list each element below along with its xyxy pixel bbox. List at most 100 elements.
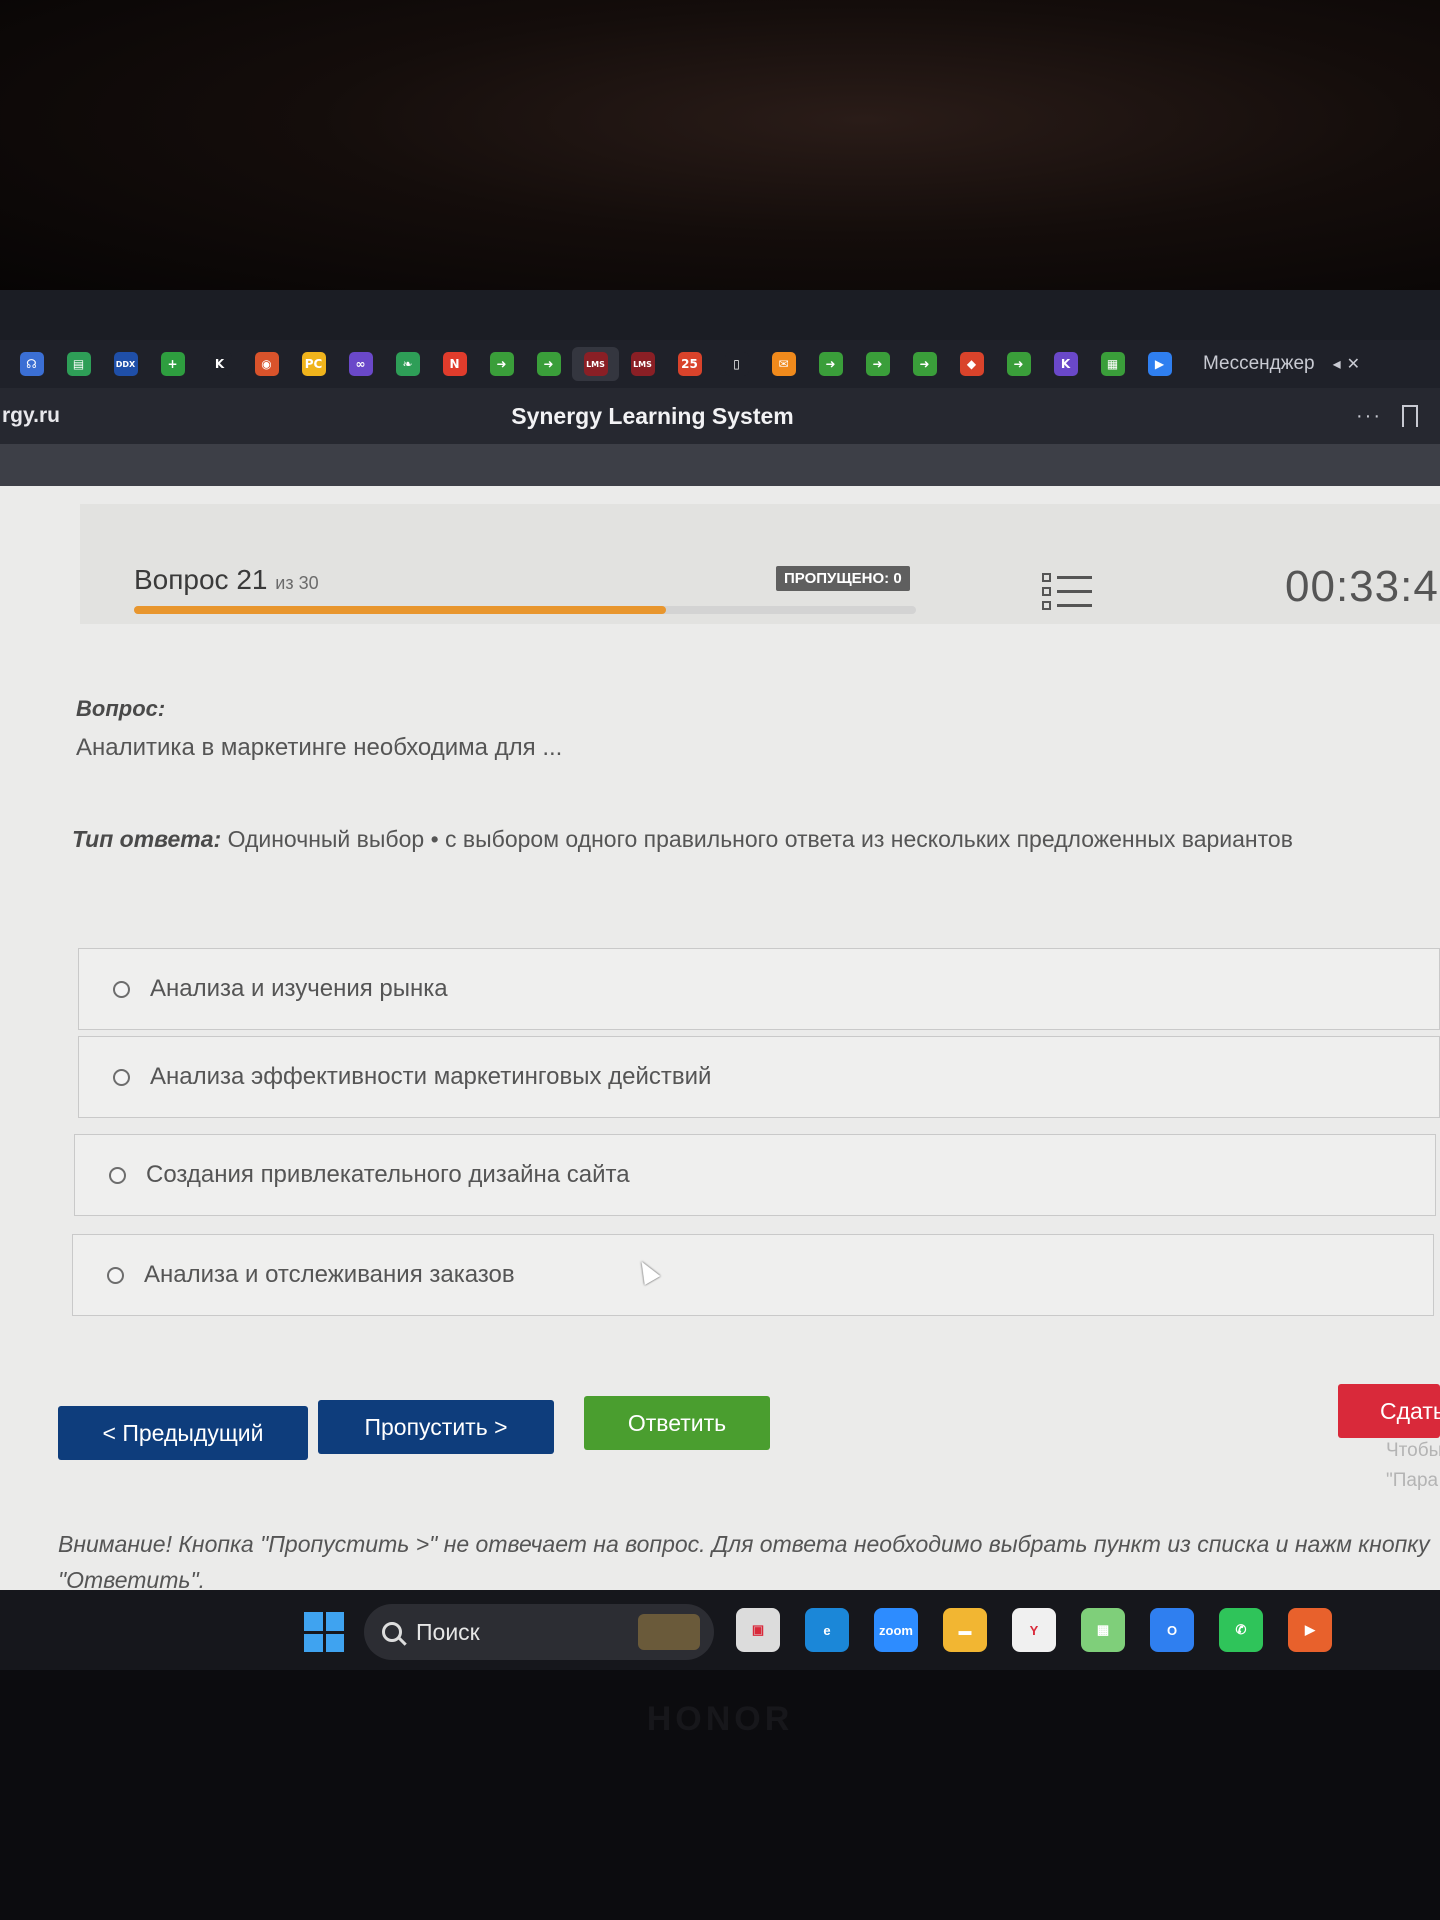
skip-button[interactable]: Пропустить > bbox=[318, 1400, 554, 1454]
progress-bar bbox=[134, 606, 916, 614]
browser-tab[interactable]: K bbox=[1042, 347, 1089, 381]
question-header: Вопрос 21 из 30 ПРОПУЩЕНО: 0 00:33:47 bbox=[80, 504, 1440, 624]
radio-button[interactable] bbox=[109, 1166, 126, 1184]
pc-icon: РС bbox=[301, 352, 326, 376]
background-scene bbox=[0, 0, 1440, 300]
browser-tab[interactable]: ◆ bbox=[948, 347, 995, 381]
search-highlight-image bbox=[638, 1614, 700, 1650]
browser-tab[interactable]: ▶ bbox=[1136, 347, 1183, 381]
browser-tab[interactable]: N bbox=[431, 347, 478, 381]
n-icon: N bbox=[442, 352, 467, 376]
arrow-icon: ➜ bbox=[912, 352, 937, 376]
browser-tab[interactable]: РС bbox=[290, 347, 337, 381]
browser-tab[interactable]: ∞ bbox=[337, 347, 384, 381]
question-counter: Вопрос 21 из 30 bbox=[134, 564, 319, 596]
browser-tab[interactable]: + bbox=[149, 347, 196, 381]
zoom-icon[interactable]: zoom bbox=[874, 1608, 918, 1652]
outlook-icon[interactable]: O bbox=[1150, 1608, 1194, 1652]
plus-icon: + bbox=[160, 352, 185, 376]
browser-tab[interactable]: 25 bbox=[666, 347, 713, 381]
previous-button[interactable]: < Предыдущий bbox=[58, 1406, 308, 1460]
lms-icon: LMS bbox=[630, 352, 655, 376]
browser-toolbar-strip bbox=[0, 444, 1440, 486]
answer-type-label: Тип ответа: bbox=[72, 826, 222, 852]
k-circle-icon: K bbox=[1053, 352, 1078, 376]
browser-tab[interactable]: ▯ bbox=[713, 347, 760, 381]
browser-tab-bar: ☊ ▤ DDX + K ◉ РС ∞ ❧ N ➜ ➜ LMS LMS 25 ▯ ✉ ➜ ➜ ➜ ◆ ➜ K ▦ ▶ Мессенд… bbox=[0, 340, 1440, 388]
bookmark-icon[interactable] bbox=[1402, 405, 1418, 427]
option-label: Анализа и отслеживания заказов bbox=[144, 1261, 515, 1288]
answer-option[interactable]: Анализа и изучения рынка bbox=[78, 948, 1440, 1030]
radio-button[interactable] bbox=[113, 980, 130, 998]
radio-button[interactable] bbox=[113, 1068, 130, 1086]
more-options-icon[interactable]: ··· bbox=[1356, 405, 1382, 428]
browser-tab[interactable]: LMS bbox=[572, 347, 619, 381]
browser-tab[interactable]: ➜ bbox=[478, 347, 525, 381]
page-title: Synergy Learning System bbox=[511, 402, 794, 429]
search-placeholder: Поиск bbox=[416, 1618, 480, 1645]
browser-tab[interactable]: ➜ bbox=[901, 347, 948, 381]
taskbar-search[interactable]: Поиск bbox=[364, 1604, 714, 1660]
browser-tab[interactable]: ➜ bbox=[525, 347, 572, 381]
windows-taskbar: Поиск ▣ e zoom ▬ Y ▦ O ✆ ▶ bbox=[0, 1590, 1440, 1670]
answer-option[interactable]: Анализа эффективности маркетинговых дейс… bbox=[78, 1036, 1440, 1118]
submit-button[interactable]: Сдать bbox=[1338, 1384, 1440, 1438]
countdown-timer: 00:33:47 bbox=[1285, 562, 1440, 611]
browser-tab[interactable]: ▤ bbox=[55, 347, 102, 381]
link-icon: ∞ bbox=[348, 352, 373, 376]
browser-tab[interactable]: DDX bbox=[102, 347, 149, 381]
question-list-icon[interactable] bbox=[1042, 570, 1092, 612]
submit-hint: Чтобы bbox=[1386, 1440, 1440, 1461]
windows-start-icon[interactable] bbox=[304, 1612, 344, 1652]
brand-logo: HONOR bbox=[646, 1700, 794, 1738]
messenger-link[interactable]: Мессенджер bbox=[1203, 353, 1315, 375]
browser-tab[interactable]: ✉ bbox=[760, 347, 807, 381]
arrow-icon: ➜ bbox=[536, 352, 561, 376]
play-icon: ▶ bbox=[1147, 352, 1172, 376]
answer-button[interactable]: Ответить bbox=[584, 1396, 770, 1450]
leaf-icon: ❧ bbox=[395, 352, 420, 376]
browser-tab[interactable]: ☊ bbox=[8, 347, 55, 381]
browser-tab[interactable]: ▦ bbox=[1089, 347, 1136, 381]
skipped-badge: ПРОПУЩЕНО: 0 bbox=[776, 566, 910, 591]
answer-type-text: Одиночный выбор • с выбором одного прави… bbox=[227, 826, 1293, 852]
lms-icon: LMS bbox=[583, 352, 608, 376]
browser-tab[interactable]: ➜ bbox=[854, 347, 901, 381]
folder-icon[interactable]: ▬ bbox=[943, 1608, 987, 1652]
file-manager-icon[interactable]: ▣ bbox=[736, 1608, 780, 1652]
presentation-icon[interactable]: ▶ bbox=[1288, 1608, 1332, 1652]
whatsapp-icon[interactable]: ✆ bbox=[1219, 1608, 1263, 1652]
shield-icon: ◆ bbox=[959, 352, 984, 376]
arrow-icon: ➜ bbox=[818, 352, 843, 376]
yandex-browser-icon[interactable]: Y bbox=[1012, 1608, 1056, 1652]
skip-warning: Внимание! Кнопка "Пропустить >" не отвеч… bbox=[58, 1531, 1430, 1593]
option-label: Анализа эффективности маркетинговых дейс… bbox=[150, 1063, 712, 1090]
question-heading: Вопрос: bbox=[76, 696, 166, 721]
book-icon: ▤ bbox=[66, 352, 91, 376]
edge-icon[interactable]: e bbox=[805, 1608, 849, 1652]
arrow-icon: ➜ bbox=[865, 352, 890, 376]
submit-hint: "Пара bbox=[1386, 1470, 1439, 1491]
answer-type: Тип ответа: Одиночный выбор • с выбором … bbox=[72, 826, 1293, 853]
browser-tab[interactable]: K bbox=[196, 347, 243, 381]
calendar-icon: 25 bbox=[677, 352, 702, 376]
browser-tab[interactable]: ❧ bbox=[384, 347, 431, 381]
ddx-icon: DDX bbox=[113, 352, 138, 376]
grid-icon: ▦ bbox=[1100, 352, 1125, 376]
browser-tab[interactable]: ◉ bbox=[243, 347, 290, 381]
answer-option[interactable]: Анализа и отслеживания заказов bbox=[72, 1234, 1434, 1316]
browser-tab[interactable]: ➜ bbox=[807, 347, 854, 381]
tab-controls[interactable]: ◂✕ bbox=[1333, 354, 1366, 374]
document-icon: ▯ bbox=[724, 352, 749, 376]
k-icon: K bbox=[207, 352, 232, 376]
answer-option[interactable]: Создания привлекательного дизайна сайта bbox=[74, 1134, 1436, 1216]
mail-icon: ✉ bbox=[771, 352, 796, 376]
question-text: Аналитика в маркетинге необходима для ..… bbox=[76, 734, 563, 761]
browser-tab[interactable]: ➜ bbox=[995, 347, 1042, 381]
option-label: Создания привлекательного дизайна сайта bbox=[146, 1161, 630, 1188]
quiz-page: Вопрос 21 из 30 ПРОПУЩЕНО: 0 00:33:47 Во… bbox=[0, 486, 1440, 1593]
address-bar: rgy.ru Synergy Learning System ··· bbox=[0, 388, 1440, 444]
browser-tab[interactable]: LMS bbox=[619, 347, 666, 381]
spreadsheet-icon[interactable]: ▦ bbox=[1081, 1608, 1125, 1652]
radio-button[interactable] bbox=[107, 1266, 124, 1284]
